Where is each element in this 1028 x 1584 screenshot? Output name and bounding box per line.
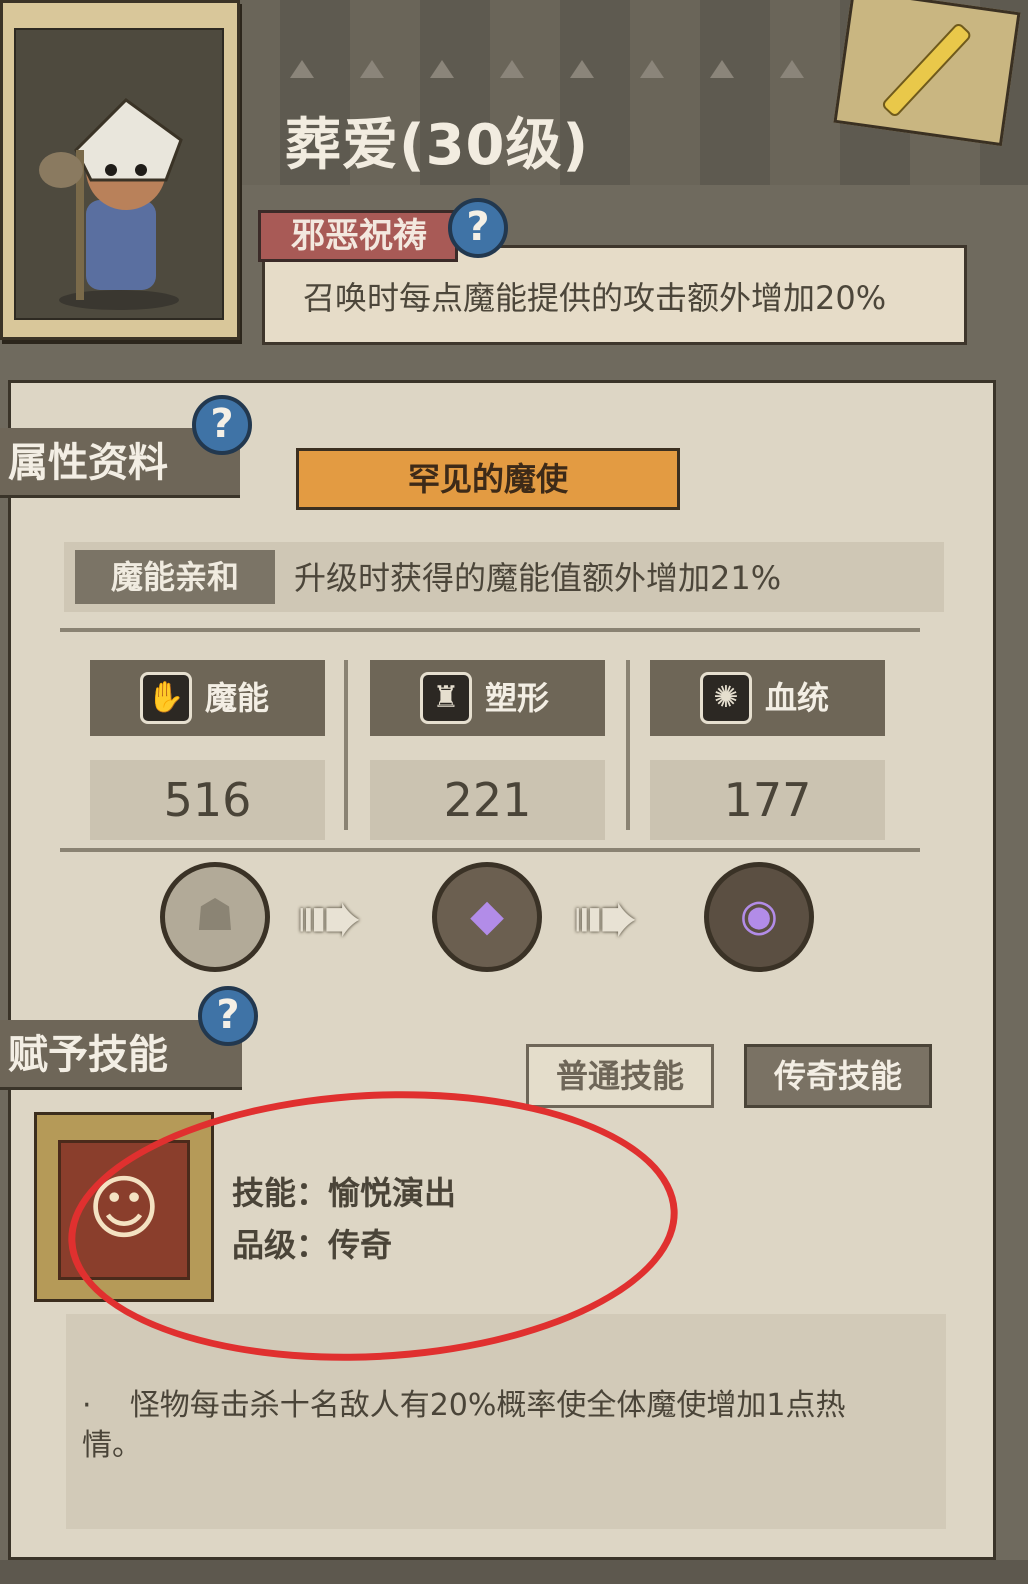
evolution-arrow-icon: ➠ [296, 871, 364, 964]
decor-triangle [360, 60, 384, 78]
divider [60, 628, 920, 632]
trait-help-icon[interactable]: ? [448, 198, 508, 258]
hooded-figure-icon: ☗ [195, 890, 235, 941]
purple-crystal-sword-icon: ◆ [470, 890, 504, 941]
muscle-body-icon: ♜ [420, 672, 472, 724]
purple-eye-icon: ◉ [739, 890, 779, 941]
tab-legendary-skills[interactable]: 传奇技能 [744, 1044, 932, 1108]
decor-triangle [780, 60, 804, 78]
decor-triangle [710, 60, 734, 78]
unit-name-level: 葬爱(30级) [285, 113, 590, 178]
evolution-arrow-icon: ➠ [572, 871, 640, 964]
attributes-help-icon[interactable]: ? [192, 395, 252, 455]
stat-bloodline: 血统 ✺ 177 [650, 650, 905, 840]
stat-label: 魔能 [90, 660, 325, 736]
evolution-stage-3[interactable]: ◉ [704, 862, 814, 972]
decor-triangle [430, 60, 454, 78]
skull-helmet-character-icon [39, 98, 183, 310]
skill-description-text: 怪物每击杀十名敌人有20%概率使全体魔使增加1点热情。 [82, 1388, 846, 1463]
tab-normal-skills[interactable]: 普通技能 [526, 1044, 714, 1108]
decor-triangle [500, 60, 524, 78]
decor-triangle [290, 60, 314, 78]
magic-claw-icon: ✋ [140, 672, 192, 724]
skills-help-icon[interactable]: ? [198, 986, 258, 1046]
stats-panel: 魔能 ✋ 516 塑形 ♜ 221 血统 ✺ 177 [60, 620, 920, 860]
stat-label: 血统 [650, 660, 885, 736]
trait-label: 邪恶祝祷 [258, 210, 458, 262]
stat-value: 177 [650, 760, 885, 840]
affinity-description: 升级时获得的魔能值额外增加21% [294, 559, 782, 597]
stat-label: 塑形 [370, 660, 605, 736]
close-icon [880, 21, 973, 119]
divider [344, 660, 348, 830]
decor-triangle [640, 60, 664, 78]
affinity-label: 魔能亲和 [75, 550, 275, 604]
divider [60, 848, 920, 852]
evolution-stage-2[interactable]: ◆ [432, 862, 542, 972]
evolution-stage-1[interactable]: ☗ [160, 862, 270, 972]
decor-triangle [570, 60, 594, 78]
close-button[interactable] [833, 0, 1021, 147]
character-portrait [14, 28, 224, 320]
rarity-banner: 罕见的魔使 [296, 448, 680, 510]
blood-splat-icon: ✺ [700, 672, 752, 724]
skill-description: · 怪物每击杀十名敌人有20%概率使全体魔使增加1点热情。 [82, 1386, 902, 1466]
stat-magic: 魔能 ✋ 516 [90, 650, 345, 840]
stat-value: 516 [90, 760, 325, 840]
bullet: · [82, 1388, 92, 1423]
footer-band [0, 1560, 1028, 1584]
stat-shape: 塑形 ♜ 221 [370, 650, 625, 840]
divider [626, 660, 630, 830]
stat-value: 221 [370, 760, 605, 840]
